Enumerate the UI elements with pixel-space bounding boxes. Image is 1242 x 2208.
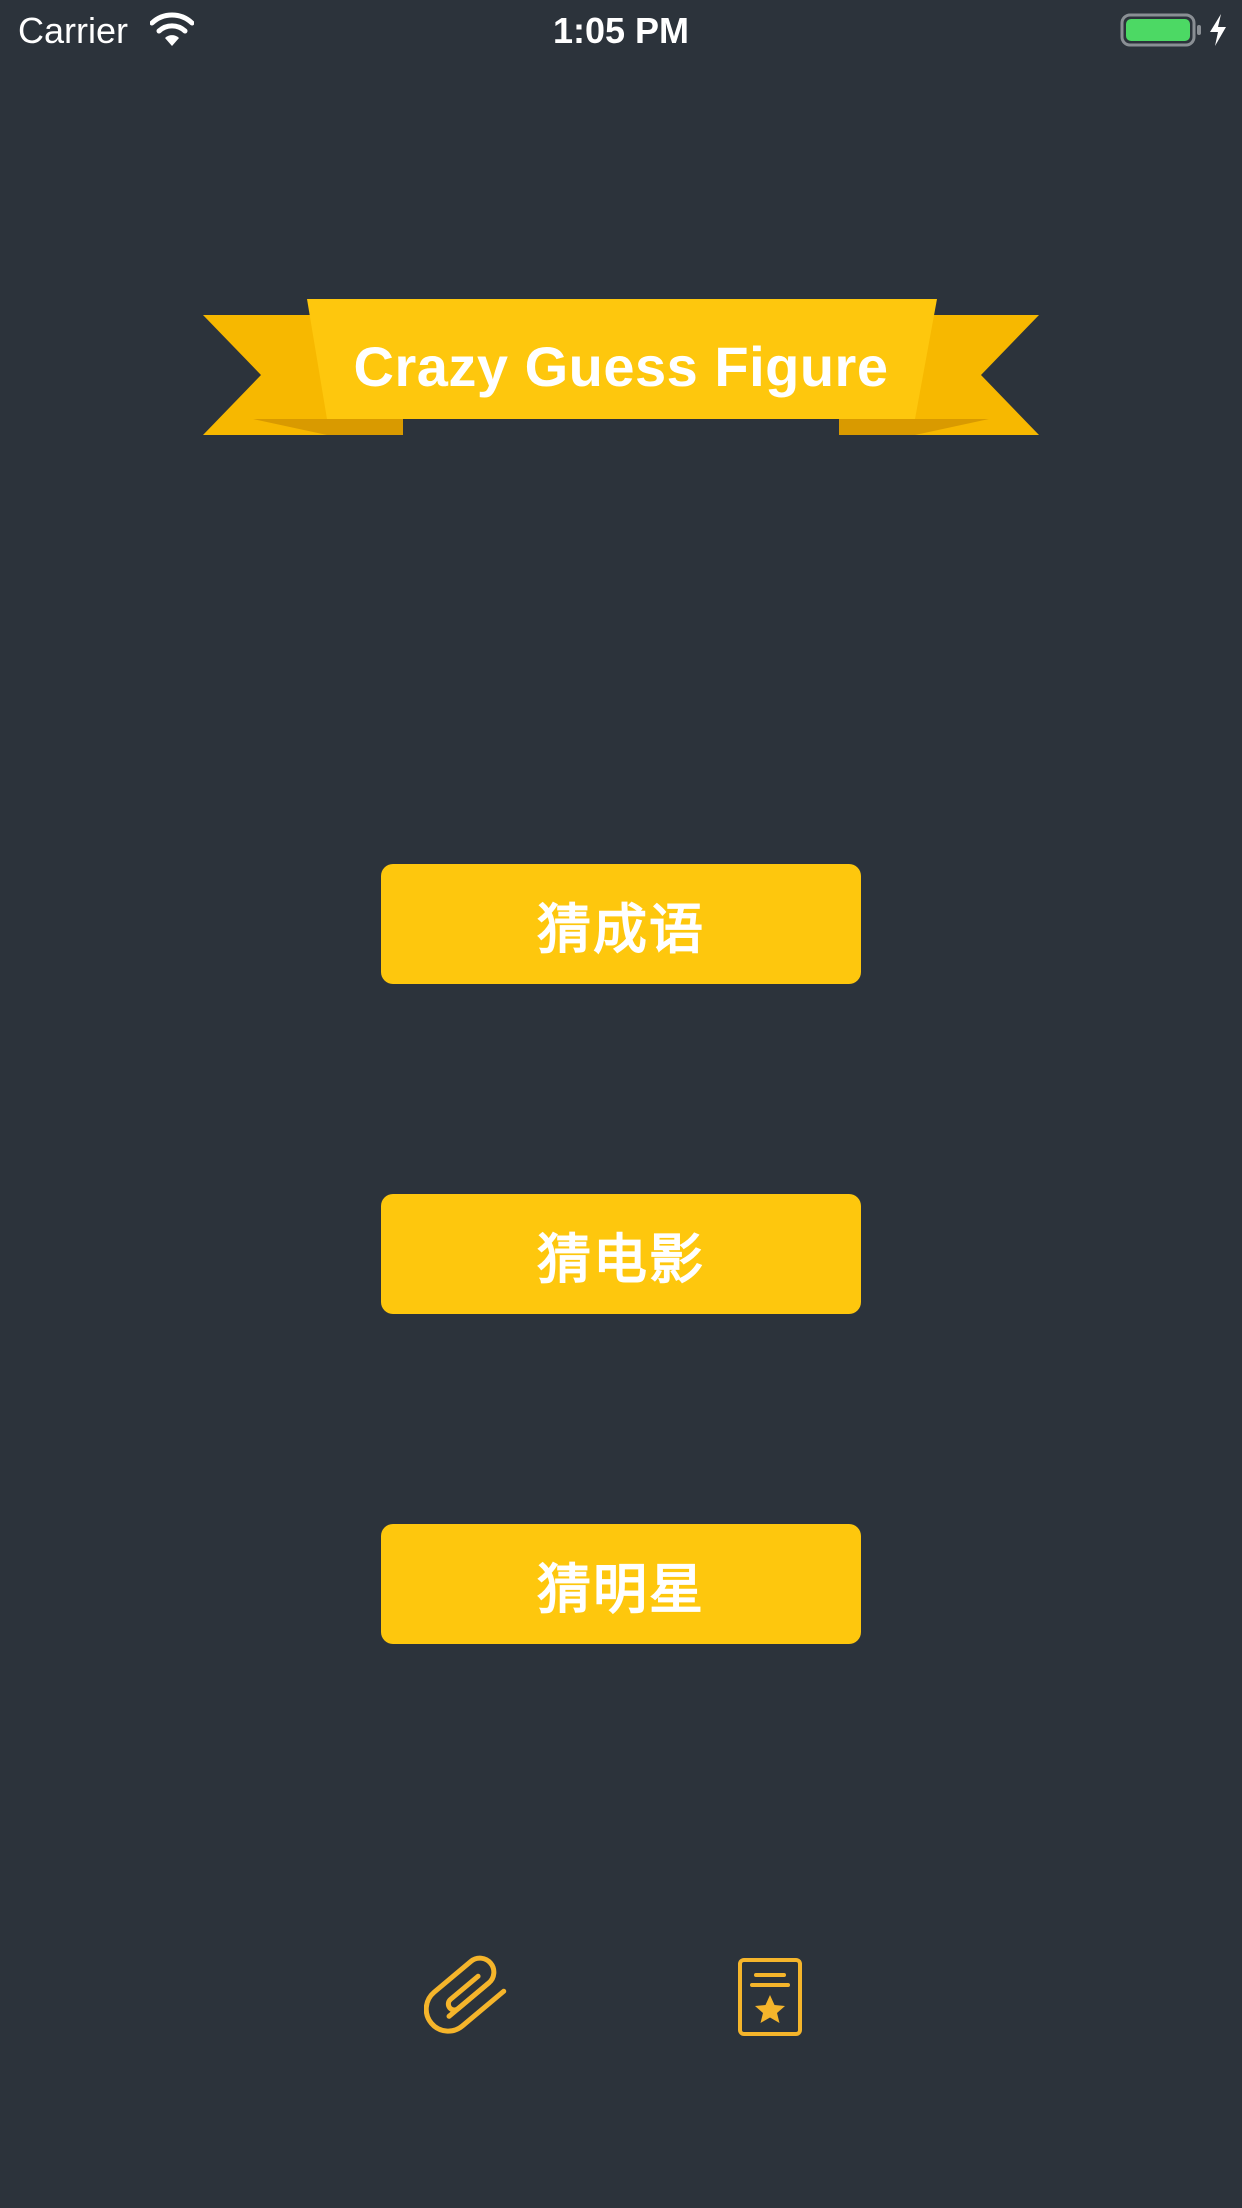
app-title: Crazy Guess Figure	[353, 335, 889, 398]
guess-idiom-button[interactable]: 猜成语	[381, 864, 861, 984]
battery-icon	[1120, 12, 1204, 48]
status-bar: Carrier 1:05 PM	[0, 0, 1242, 62]
guess-celebrity-button[interactable]: 猜明星	[381, 1524, 861, 1644]
badge-doc-icon[interactable]	[736, 1957, 804, 2037]
guess-movie-button[interactable]: 猜电影	[381, 1194, 861, 1314]
status-time: 1:05 PM	[552, 10, 690, 51]
charging-icon	[1206, 12, 1230, 48]
paperclip-icon[interactable]	[423, 1955, 520, 2039]
title-ribbon: Crazy Guess Figure	[203, 299, 1039, 437]
